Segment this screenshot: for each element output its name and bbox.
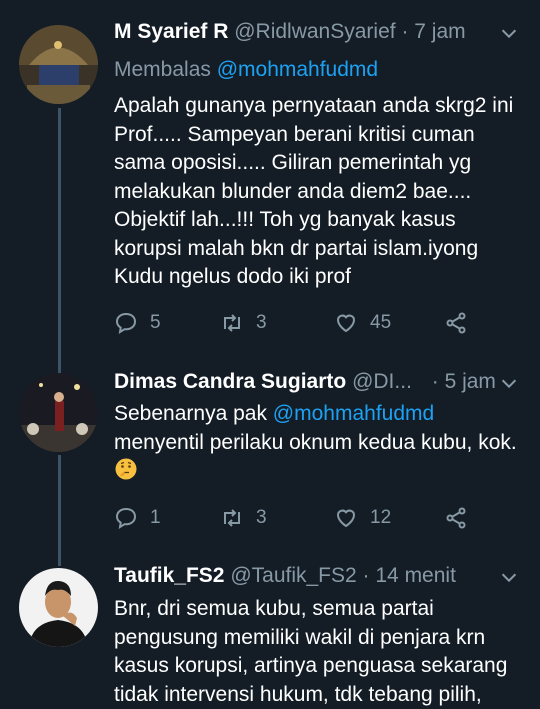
thread-connector <box>58 550 61 566</box>
display-name[interactable]: Dimas Candra Sugiarto <box>114 370 346 393</box>
timestamp[interactable]: · 14 menit <box>363 564 456 587</box>
retweet-count: 3 <box>256 507 267 528</box>
reply-count: 5 <box>150 312 161 333</box>
thread-connector <box>58 355 61 373</box>
user-handle[interactable]: @DI... <box>352 370 412 393</box>
tweet-2[interactable]: Dimas Candra Sugiarto @DI... · 5 jam Seb… <box>0 355 540 560</box>
display-name[interactable]: M Syarief R <box>114 20 228 43</box>
reply-button[interactable]: 1 <box>114 503 161 533</box>
reply-button[interactable]: 5 <box>114 308 161 338</box>
share-button[interactable] <box>444 503 480 533</box>
avatar[interactable] <box>19 25 98 104</box>
tweet-header: M Syarief R @RidlwanSyarief · 7 jam <box>114 20 520 50</box>
tweet-1[interactable]: M Syarief R @RidlwanSyarief · 7 jam Memb… <box>0 0 540 358</box>
reply-context: Membalas @mohmahfudmd <box>114 58 378 82</box>
reply-prefix: Membalas <box>114 58 217 81</box>
tweet-actions: 5 3 45 <box>114 308 514 338</box>
mention-link[interactable]: @mohmahfudmd <box>217 58 378 81</box>
timestamp[interactable]: · 5 jam <box>432 370 496 393</box>
user-handle[interactable]: @Taufik_FS2 <box>230 564 356 587</box>
chevron-down-icon[interactable] <box>498 372 520 394</box>
like-button[interactable]: 45 <box>334 308 391 338</box>
tweet-header: Dimas Candra Sugiarto @DI... · 5 jam <box>114 370 520 400</box>
avatar[interactable] <box>19 568 98 647</box>
like-count: 45 <box>370 312 392 333</box>
share-icon <box>446 507 466 529</box>
tweet-text-end: menyentil perilaku oknum kedua kubu, kok… <box>114 430 517 454</box>
retweet-icon <box>224 314 240 332</box>
tweet-text: Bnr, dri semua kubu, semua partai pengus… <box>114 597 508 706</box>
retweet-icon <box>224 509 240 527</box>
thread-connector <box>58 455 61 560</box>
reply-count: 1 <box>150 507 161 528</box>
tweet-text: Sebenarnya pak @mohmahfudmd menyentil pe… <box>114 400 522 486</box>
chevron-down-icon[interactable] <box>498 566 520 588</box>
heart-icon <box>336 314 356 333</box>
share-button[interactable] <box>444 308 480 338</box>
thread-connector <box>58 108 61 358</box>
tweet-text-start: Sebenarnya pak <box>114 402 273 425</box>
tweet-3[interactable]: Taufik_FS2 @Taufik_FS2 · 14 menit Bnr, d… <box>0 550 540 708</box>
tweet-actions: 1 3 12 <box>114 503 514 533</box>
timestamp[interactable]: · 7 jam <box>401 20 465 43</box>
user-handle[interactable]: @RidlwanSyarief <box>234 20 395 43</box>
share-icon <box>446 312 466 334</box>
thinking-face-icon <box>115 458 137 480</box>
mention-link[interactable]: @mohmahfudmd <box>273 402 434 425</box>
retweet-button[interactable]: 3 <box>220 503 267 533</box>
tweet-text: Apalah gunanya pernyataan anda skrg2 ini… <box>114 94 514 288</box>
like-count: 12 <box>370 507 392 528</box>
heart-icon <box>336 509 356 528</box>
chevron-down-icon[interactable] <box>498 22 520 44</box>
reply-icon <box>115 312 137 334</box>
like-button[interactable]: 12 <box>334 503 391 533</box>
retweet-count: 3 <box>256 312 267 333</box>
reply-icon <box>115 507 137 529</box>
tweet-header: Taufik_FS2 @Taufik_FS2 · 14 menit <box>114 564 520 594</box>
display-name[interactable]: Taufik_FS2 <box>114 564 224 587</box>
avatar[interactable] <box>19 373 98 452</box>
retweet-button[interactable]: 3 <box>220 308 267 338</box>
